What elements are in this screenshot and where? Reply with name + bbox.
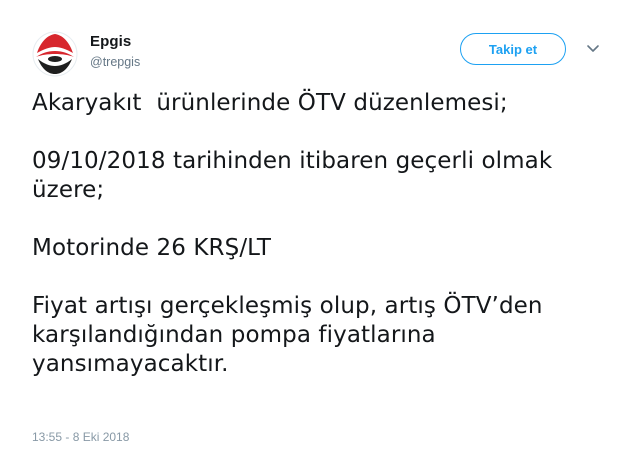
follow-button[interactable]: Takip et	[460, 33, 566, 65]
tweet-text: Akaryakıt ürünlerinde ÖTV düzenlemesi; 0…	[32, 89, 617, 379]
user-display-name[interactable]: Epgis	[90, 33, 131, 50]
tweet-paragraph: Akaryakıt ürünlerinde ÖTV düzenlemesi;	[32, 90, 508, 116]
tweet-timestamp[interactable]: 13:55 - 8 Eki 2018	[32, 430, 129, 444]
tweet-paragraph: Fiyat artışı gerçekleşmiş olup, artış ÖT…	[32, 293, 551, 377]
tweet-paragraph: 09/10/2018 tarihinden itibaren geçerli o…	[32, 148, 560, 203]
chevron-down-icon	[587, 45, 599, 52]
tweet-paragraph: Motorinde 26 KRŞ/LT	[32, 235, 272, 261]
epgis-logo-icon	[32, 31, 78, 77]
more-options-button[interactable]	[585, 42, 601, 56]
avatar[interactable]	[32, 31, 78, 77]
user-handle[interactable]: @trepgis	[90, 55, 140, 69]
tweet-card: Epgis @trepgis Takip et Akaryakıt ürünle…	[0, 0, 640, 452]
